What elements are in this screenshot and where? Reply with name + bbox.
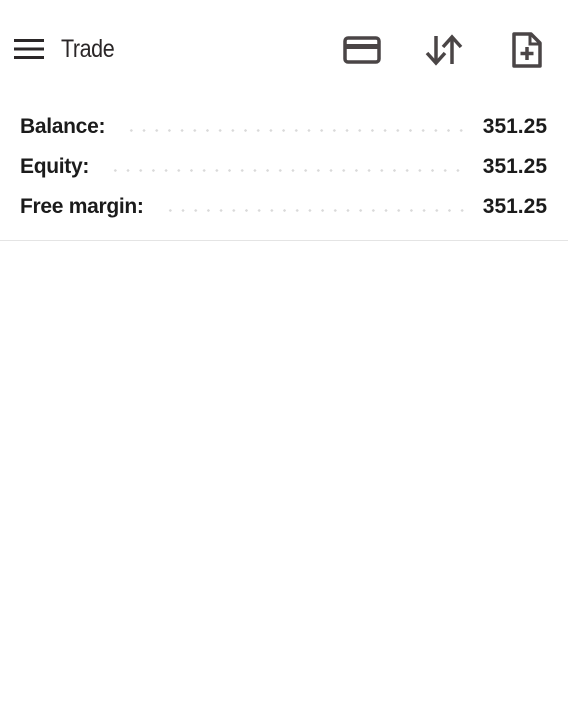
free-margin-row: Free margin: 351.25 [20, 192, 547, 222]
equity-value: 351.25 [482, 155, 547, 178]
credit-card-icon [343, 36, 381, 64]
balance-row: Balance: 351.25 [20, 112, 547, 142]
equity-row: Equity: 351.25 [20, 152, 547, 182]
page-title: Trade [61, 35, 115, 63]
positions-list [0, 241, 568, 709]
deposit-button[interactable] [340, 28, 384, 72]
hamburger-menu-icon [14, 39, 44, 59]
balance-value: 351.25 [482, 115, 547, 138]
trade-screen: Trade Balance: 351.25 Equity: 351.25 Fre… [0, 0, 568, 709]
sort-button[interactable] [422, 28, 466, 72]
new-document-icon [512, 32, 542, 68]
dotted-leader [109, 168, 469, 172]
dotted-leader [125, 128, 469, 132]
new-order-button[interactable] [505, 28, 549, 72]
menu-button[interactable] [10, 32, 48, 66]
free-margin-label: Free margin: [20, 195, 144, 218]
dotted-leader [163, 208, 469, 212]
app-toolbar: Trade [0, 0, 568, 100]
sort-arrows-icon [425, 34, 463, 66]
balance-label: Balance: [20, 115, 106, 138]
free-margin-value: 351.25 [482, 195, 547, 218]
equity-label: Equity: [20, 155, 90, 178]
